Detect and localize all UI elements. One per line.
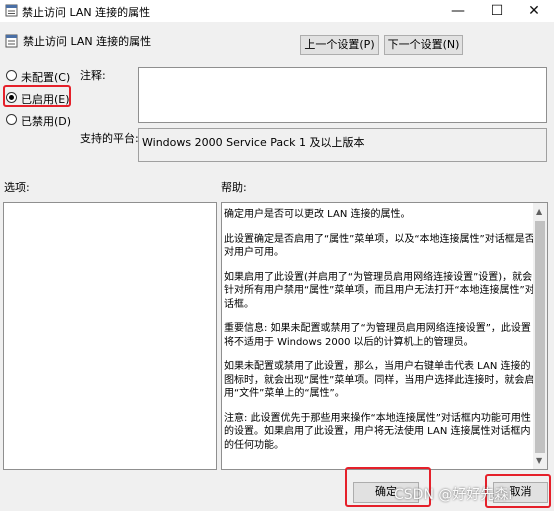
help-label: 帮助: [221,181,247,194]
highlight-enabled [3,85,71,107]
radio-disabled-label[interactable]: 已禁用(D) [21,113,71,129]
options-label: 选项: [4,181,30,194]
scroll-up-icon[interactable]: ▲ [536,207,542,216]
help-paragraph: 如果启用了此设置(并启用了“为管理员启用网络连接设置”设置)，就会针对所有用户禁… [224,271,535,310]
radio-disabled[interactable] [6,114,17,125]
platform-value: Windows 2000 Service Pack 1 及以上版本 [142,136,365,149]
previous-setting-button[interactable]: 上一个设置(P) [300,35,379,55]
radio-not-configured[interactable] [6,70,17,81]
next-setting-button[interactable]: 下一个设置(N) [384,35,463,55]
help-text: 确定用户是否可以更改 LAN 连接的属性。 此设置确定是否启用了“属性”菜单项，… [224,208,537,463]
options-pane [3,202,217,470]
close-button[interactable]: ✕ [518,0,550,22]
help-paragraph: 如果未配置或禁用了此设置，那么，当用户右键单击代表 LAN 连接的图标时，就会出… [224,361,535,399]
platform-label: 支持的平台: [80,132,139,145]
policy-icon [5,4,18,17]
minimize-button[interactable]: — [442,0,474,22]
platform-field: Windows 2000 Service Pack 1 及以上版本 [138,128,547,162]
scroll-down-icon[interactable]: ▼ [536,456,542,465]
comment-label: 注释: [80,69,106,82]
help-paragraph: 重要信息: 如果未配置或禁用了“为管理员启用网络连接设置”，此设置将不适用于 W… [224,323,531,348]
radio-not-configured-label[interactable]: 未配置(C) [21,69,70,85]
policy-name: 禁止访问 LAN 连接的属性 [23,35,152,48]
watermark: CSDN @好好先森i [394,487,513,503]
help-paragraph: 注意: 此设置优先于那些用来操作“本地连接属性”对话框内功能可用性的设置。如果启… [224,412,531,451]
scrollbar-thumb[interactable] [535,221,545,453]
help-paragraph: 确定用户是否可以更改 LAN 连接的属性。 [224,209,411,220]
comment-field[interactable] [138,67,547,123]
help-paragraph: 此设置确定是否启用了“属性”菜单项，以及“本地连接属性”对话框是否对用户可用。 [224,233,535,259]
window-title: 禁止访问 LAN 连接的属性 [22,6,151,19]
setting-icon [5,34,18,48]
maximize-button[interactable]: ☐ [481,0,513,22]
